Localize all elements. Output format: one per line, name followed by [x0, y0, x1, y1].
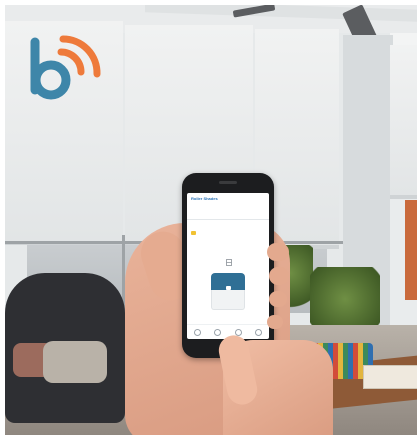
app-title: Roller Shades [191, 196, 218, 201]
finger [267, 243, 289, 261]
finger [269, 267, 289, 285]
home-icon[interactable] [193, 328, 201, 336]
b-wifi-logo-icon [30, 35, 101, 100]
building-outside [405, 200, 417, 300]
window-shade-icon [226, 259, 232, 266]
finger [267, 315, 283, 329]
notebook [363, 365, 417, 389]
scenes-icon[interactable] [214, 328, 222, 336]
shade-control[interactable] [211, 273, 245, 311]
settings-icon[interactable] [255, 328, 263, 336]
shade-fabric [211, 290, 245, 310]
app-header: Roller Shades [187, 193, 269, 220]
pillow [43, 341, 107, 383]
smartphone: Roller Shades [182, 173, 274, 358]
finger [269, 291, 287, 307]
product-photo: Roller Shades [5, 5, 417, 435]
battery-icon [191, 231, 196, 235]
speaker-grille [219, 181, 237, 184]
app-screen: Roller Shades [187, 193, 269, 339]
roller-shade-side [390, 45, 417, 199]
